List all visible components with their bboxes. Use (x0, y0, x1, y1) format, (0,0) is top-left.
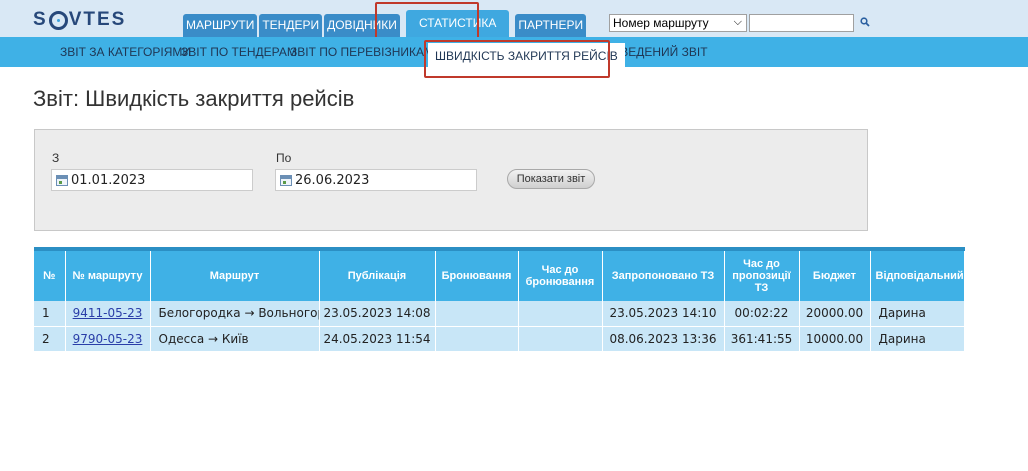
chevron-down-icon: ⌵ (733, 16, 742, 28)
tab-statistics[interactable]: СТАТИСТИКА (405, 10, 510, 37)
search-input[interactable] (749, 14, 854, 32)
col-header-booking[interactable]: Бронювання (435, 247, 519, 301)
col-header-offered[interactable]: Запропоновано ТЗ (602, 247, 725, 301)
main-nav: МАРШРУТИ ТЕНДЕРИ ДОВІДНИКИ СТАТИСТИКА ПА… (183, 10, 588, 37)
cell-published: 24.05.2023 11:54 (319, 326, 436, 352)
table-header-row: № № маршруту Маршрут Публікація Бронюван… (34, 247, 965, 301)
cell-budget: 10000.00 (799, 326, 871, 352)
col-header-time-to-offer[interactable]: Час до пропозиції ТЗ (724, 247, 800, 301)
col-header-route[interactable]: Маршрут (150, 247, 320, 301)
col-header-route-no[interactable]: № маршруту (65, 247, 151, 301)
route-number-select[interactable]: Номер маршруту ⌵ (609, 14, 747, 32)
cell-responsible: Дарина (870, 326, 965, 352)
cell-booking (435, 326, 519, 352)
from-date-value: 01.01.2023 (71, 172, 146, 188)
cell-booking (435, 301, 519, 327)
tab-directories[interactable]: ДОВІДНИКИ (324, 14, 400, 37)
from-label: З (52, 151, 60, 165)
tab-routes[interactable]: МАРШРУТИ (183, 14, 258, 37)
page-title: Звіт: Швидкість закриття рейсів (33, 86, 355, 111)
col-header-budget[interactable]: Бюджет (799, 247, 871, 301)
cell-responsible: Дарина (870, 301, 965, 327)
subnav-tender-report[interactable]: ЗВІТ ПО ТЕНДЕРАМ (181, 37, 297, 67)
cell-index: 1 (34, 301, 66, 327)
from-date-field[interactable]: 01.01.2023 (51, 169, 253, 191)
cell-budget: 20000.00 (799, 301, 871, 327)
subnav-carrier-report[interactable]: ЗВІТ ПО ПЕРЕВІЗНИКАМ (290, 37, 434, 67)
logo-o-icon (48, 10, 68, 30)
to-label: По (276, 151, 292, 165)
col-header-time-to-booking[interactable]: Час до бронювання (518, 247, 603, 301)
logo-text-left: S (33, 9, 48, 30)
cell-offered: 23.05.2023 14:10 (602, 301, 725, 327)
route-no-link[interactable]: 9411-05-23 (73, 306, 143, 320)
cell-time-to-offer: 00:02:22 (724, 301, 800, 327)
subnav-closing-speed[interactable]: ШВИДКІСТЬ ЗАКРИТТЯ РЕЙСІВ (428, 43, 625, 69)
to-date-field[interactable]: 26.06.2023 (275, 169, 477, 191)
cell-index: 2 (34, 326, 66, 352)
cell-route-no: 9790-05-23 (65, 326, 151, 352)
cell-offered: 08.06.2023 13:36 (602, 326, 725, 352)
report-table: № № маршруту Маршрут Публікація Бронюван… (34, 247, 965, 352)
route-select-value: Номер маршруту (613, 16, 709, 30)
tab-partners[interactable]: ПАРТНЕРИ (515, 14, 587, 37)
col-header-responsible[interactable]: Відповідальний (870, 247, 965, 301)
cell-time-to-booking (518, 326, 603, 352)
cell-route-no: 9411-05-23 (65, 301, 151, 327)
route-no-link[interactable]: 9790-05-23 (73, 332, 143, 346)
cell-published: 23.05.2023 14:08 (319, 301, 436, 327)
logo[interactable]: S VTES (33, 9, 126, 31)
top-bar: S VTES МАРШРУТИ ТЕНДЕРИ ДОВІДНИКИ СТАТИС… (0, 0, 1028, 37)
col-header-index[interactable]: № (34, 247, 66, 301)
subnav-summary-report[interactable]: ЗВЕДЕНИЙ ЗВІТ (613, 37, 708, 67)
cell-route: Белогородка → Вольногорск (150, 301, 320, 327)
cell-time-to-offer: 361:41:55 (724, 326, 800, 352)
calendar-icon[interactable] (280, 174, 292, 186)
cell-time-to-booking (518, 301, 603, 327)
table-row: 1 9411-05-23 Белогородка → Вольногорск 2… (34, 301, 965, 327)
show-report-button[interactable]: Показати звіт (507, 169, 595, 189)
search-icon[interactable] (860, 17, 870, 27)
cell-route: Одесса → Київ (150, 326, 320, 352)
col-header-published[interactable]: Публікація (319, 247, 436, 301)
logo-text-right: VTES (68, 9, 127, 30)
table-row: 2 9790-05-23 Одесса → Київ 24.05.2023 11… (34, 326, 965, 352)
subnav-category-report[interactable]: ЗВІТ ЗА КАТЕГОРІЯМИ (60, 37, 191, 67)
to-date-value: 26.06.2023 (295, 172, 370, 188)
calendar-icon[interactable] (56, 174, 68, 186)
tab-tenders[interactable]: ТЕНДЕРИ (259, 14, 323, 37)
